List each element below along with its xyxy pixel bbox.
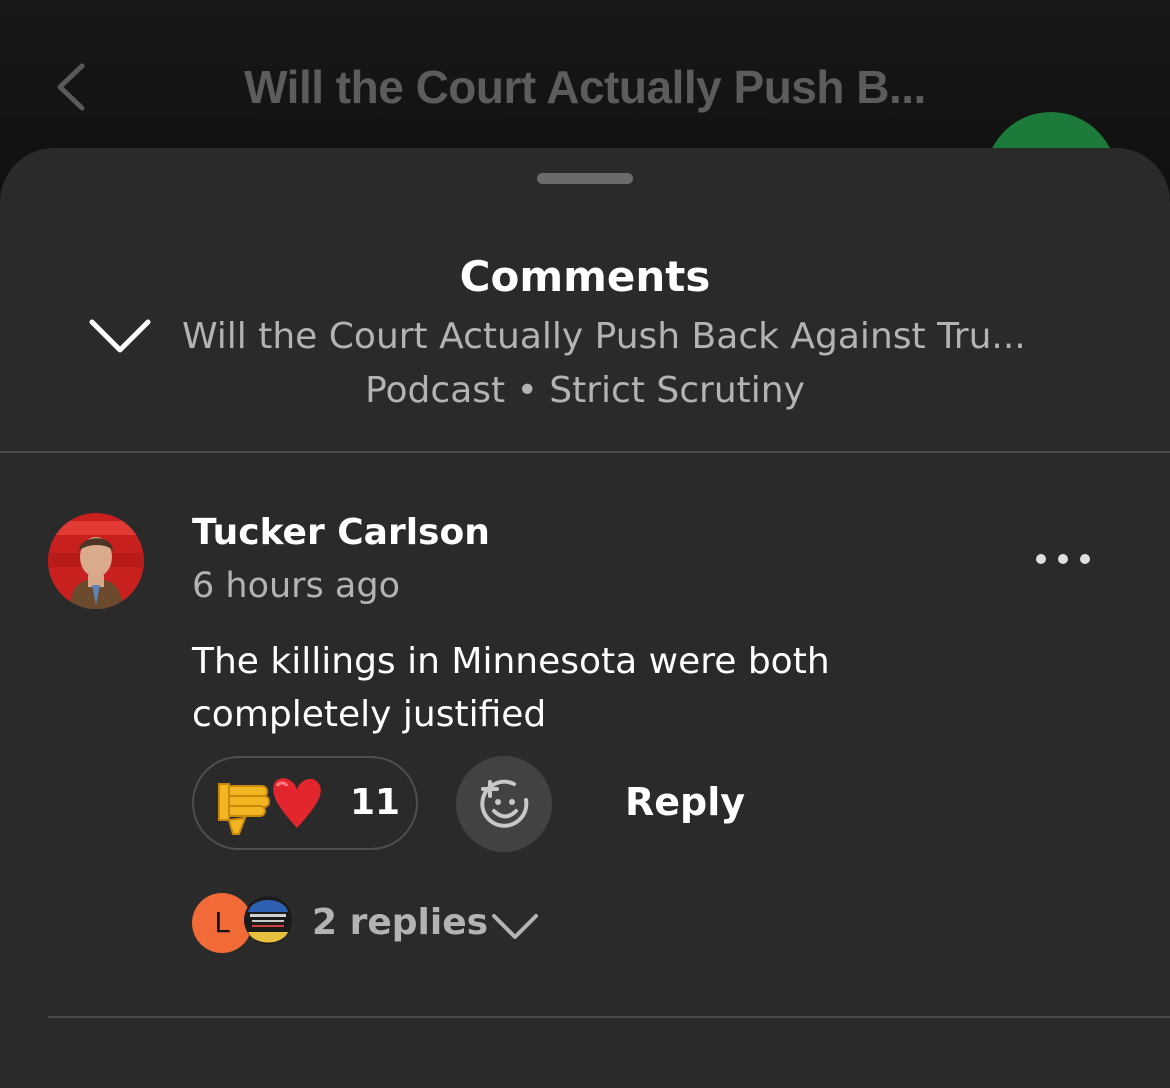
comment-timestamp: 6 hours ago: [192, 566, 401, 606]
replies-count[interactable]: 2 replies: [312, 902, 488, 943]
episode-meta: Podcast • Strict Scrutiny: [365, 370, 805, 411]
reply-avatar-image: [244, 896, 292, 944]
add-reaction-button[interactable]: [456, 756, 552, 852]
comment-divider: [48, 1016, 1170, 1018]
episode-header-title: Will the Court Actually Push B...: [244, 61, 926, 113]
episode-title[interactable]: Will the Court Actually Push Back Agains…: [182, 316, 1026, 357]
reply-button[interactable]: Reply: [625, 780, 745, 824]
commenter-name[interactable]: Tucker Carlson: [192, 512, 490, 553]
reaction-count: 11: [350, 782, 401, 823]
comment-text: The killings in Minnesota were both comp…: [192, 641, 830, 735]
more-options-icon[interactable]: [1033, 544, 1093, 574]
expand-replies-chevron-icon[interactable]: [490, 910, 540, 942]
reaction-emojis-icon: [218, 778, 321, 835]
comments-title: Comments: [459, 252, 711, 301]
commenter-avatar[interactable]: [48, 513, 144, 609]
add-emoji-icon: [480, 779, 529, 828]
sheet-drag-handle[interactable]: [537, 173, 633, 184]
header-divider: [0, 451, 1170, 453]
collapse-chevron-icon[interactable]: [88, 318, 152, 354]
